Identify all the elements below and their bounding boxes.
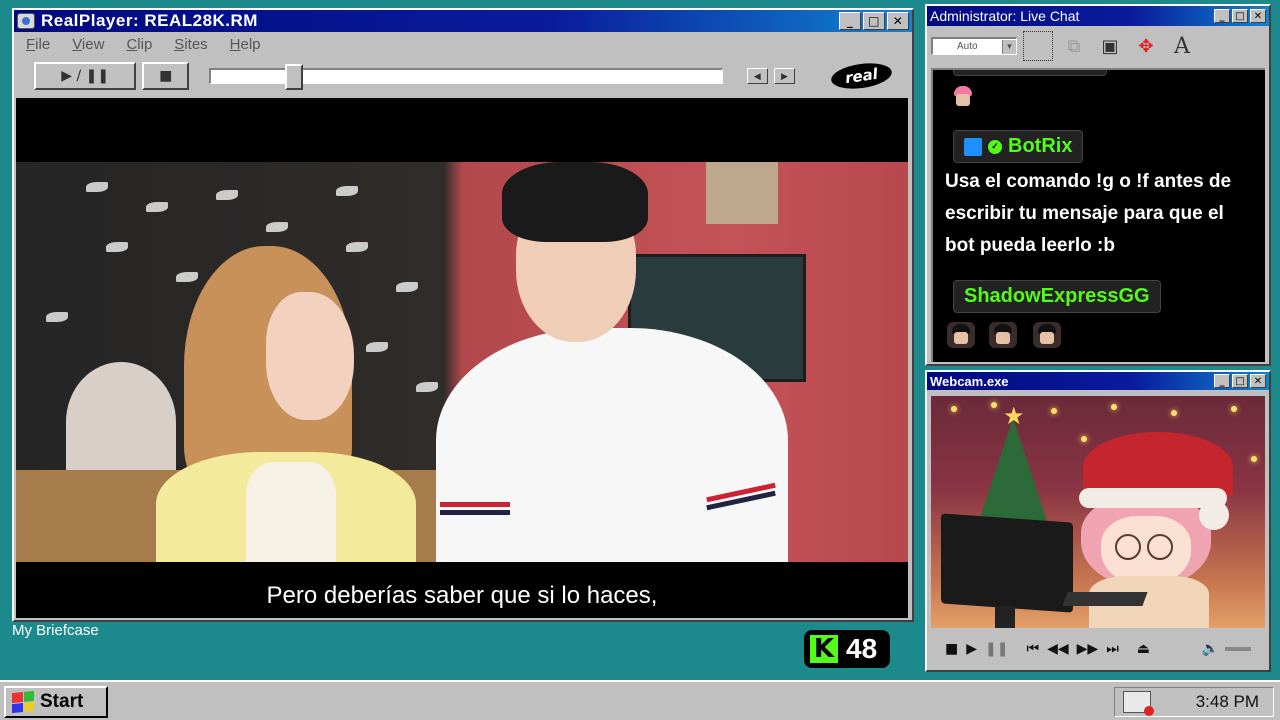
chat-title: Administrator: Live Chat (930, 8, 1080, 24)
tray-recording-icon[interactable] (1123, 691, 1154, 716)
skip-forward-icon[interactable]: ⏭ (1106, 641, 1119, 657)
chat-titlebar[interactable]: Administrator: Live Chat _ □ ✕ (927, 6, 1269, 26)
windows-logo-icon (12, 690, 34, 714)
clipboard-icon[interactable]: ▣ (1095, 31, 1125, 61)
menu-help[interactable]: Help (230, 36, 261, 53)
webcam-maximize-button[interactable]: □ (1232, 374, 1248, 388)
close-button[interactable]: ✕ (887, 12, 909, 30)
font-size-value: Auto (957, 41, 978, 52)
next-clip-button[interactable]: ▶ (773, 68, 796, 84)
webcam-titlebar[interactable]: Webcam.exe _ □ ✕ (927, 372, 1269, 390)
skip-back-icon[interactable]: ⏮ (1026, 641, 1039, 657)
clipped-username (953, 70, 1107, 76)
prev-clip-button[interactable]: ◀ (746, 68, 768, 84)
seek-bar[interactable] (208, 64, 723, 90)
realplayer-app-icon (17, 13, 35, 29)
webcam-minimize-button[interactable]: _ (1214, 374, 1230, 388)
cut-icon[interactable]: ⧉ (1059, 31, 1089, 61)
rewind-icon[interactable]: ◀◀ (1047, 641, 1069, 657)
seek-thumb[interactable] (284, 64, 303, 90)
my-briefcase-label[interactable]: My Briefcase (12, 622, 99, 639)
volume-control[interactable]: 🔈 (1202, 641, 1251, 657)
realplayer-menubar: File View Clip Sites Help (14, 32, 912, 57)
emote-icon (1033, 322, 1061, 348)
minimize-button[interactable]: _ (839, 12, 861, 30)
chat-message-text: Usa el comando !g o !f antes de escribir… (945, 171, 1232, 256)
chevron-down-icon[interactable]: ▼ (1002, 39, 1016, 54)
player-controls: ▶ / ❚❚ ■ ◀ ▶ real (14, 57, 912, 95)
viewer-count-badge: K 48 (804, 630, 890, 668)
clock[interactable]: 3:48 PM (1196, 692, 1259, 712)
verified-badge-icon: ✓ (988, 139, 1002, 154)
video-frame (16, 162, 908, 562)
viewer-count: 48 (846, 633, 878, 664)
menu-file[interactable]: File (26, 36, 50, 53)
real-logo: real (829, 59, 894, 93)
stop-icon[interactable]: ■ (945, 641, 958, 657)
start-label: Start (40, 691, 84, 712)
chat-messages[interactable]: ✓ BotRix Usa el comando !g o !f antes de… (931, 68, 1265, 362)
chat-toolbar: Auto ▼ ⧉ ▣ ✥ A (927, 26, 1269, 66)
maximize-button[interactable]: □ (863, 12, 885, 30)
emote-icon (989, 322, 1017, 348)
chat-username-text: BotRix (1008, 135, 1073, 157)
eject-icon[interactable]: ⏏ (1137, 641, 1150, 657)
fast-forward-icon[interactable]: ▶▶ (1077, 641, 1099, 657)
live-chat-window: Administrator: Live Chat _ □ ✕ Auto ▼ ⧉ … (925, 4, 1271, 366)
webcam-media-controls: ■ ▶ ❚❚ ⏮ ◀◀ ▶▶ ⏭ ⏏ 🔈 (931, 634, 1265, 664)
menu-clip[interactable]: Clip (126, 36, 152, 53)
chat-minimize-button[interactable]: _ (1214, 9, 1230, 23)
font-icon[interactable]: A (1167, 31, 1197, 61)
video-display[interactable]: Pero deberías saber que si lo haces, (16, 98, 908, 618)
speaker-icon: 🔈 (1201, 641, 1219, 657)
font-size-select[interactable]: Auto ▼ (931, 37, 1017, 55)
realplayer-titlebar[interactable]: RealPlayer: REAL28K.RM _ □ ✕ (14, 10, 912, 32)
emote-icon (947, 322, 975, 348)
bot-badge-icon (964, 137, 982, 156)
chat-close-button[interactable]: ✕ (1250, 9, 1266, 23)
webcam-close-button[interactable]: ✕ (1250, 374, 1266, 388)
chat-username[interactable]: ✓ BotRix (953, 130, 1084, 163)
webcam-view: ★ (931, 396, 1265, 628)
start-button[interactable]: Start (4, 686, 108, 718)
chat-username-text: ShadowExpressGG (964, 285, 1150, 307)
stop-button[interactable]: ■ (142, 62, 189, 90)
realplayer-window: RealPlayer: REAL28K.RM _ □ ✕ File View C… (12, 8, 914, 622)
taskbar: Start 3:48 PM (0, 680, 1280, 720)
move-icon[interactable]: ✥ (1131, 31, 1161, 61)
pause-icon[interactable]: ❚❚ (985, 641, 1008, 657)
system-tray: 3:48 PM (1114, 687, 1274, 717)
select-tool-icon[interactable] (1023, 31, 1053, 61)
play-icon[interactable]: ▶ (966, 641, 977, 657)
realplayer-title: RealPlayer: REAL28K.RM (41, 11, 258, 30)
volume-slider[interactable] (1225, 647, 1251, 651)
kick-logo-icon: K (810, 634, 838, 664)
play-pause-button[interactable]: ▶ / ❚❚ (34, 62, 137, 90)
menu-sites[interactable]: Sites (174, 36, 207, 53)
chat-username[interactable]: ShadowExpressGG (953, 280, 1161, 313)
webcam-title: Webcam.exe (930, 373, 1009, 389)
webcam-window: Webcam.exe _ □ ✕ ★ ■ ▶ ❚❚ ⏮ ◀◀ ▶▶ ⏭ ⏏ 🔈 (925, 370, 1271, 672)
user-emote-icon (949, 84, 977, 110)
video-subtitle: Pero deberías saber que si lo haces, (266, 582, 658, 609)
menu-view[interactable]: View (72, 36, 104, 53)
chat-maximize-button[interactable]: □ (1232, 9, 1248, 23)
